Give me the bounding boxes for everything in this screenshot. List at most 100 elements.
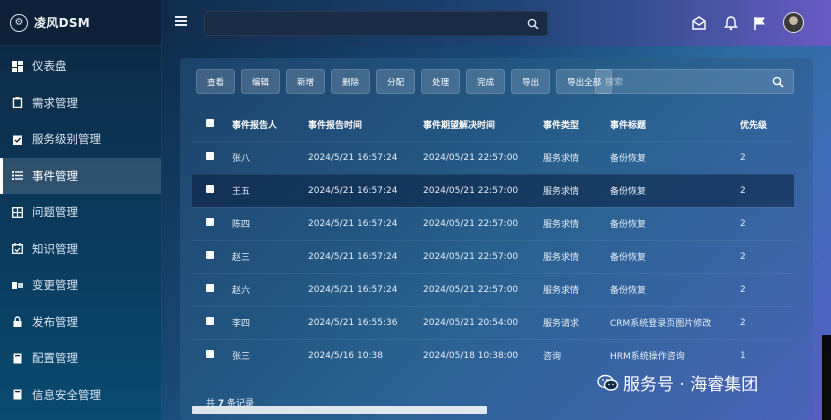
- row-select-cell: [192, 174, 228, 207]
- mail-open-icon[interactable]: [691, 15, 707, 31]
- toolbar-button-5[interactable]: 分配: [376, 69, 416, 94]
- window-edge: [822, 335, 831, 420]
- sidebar-item-10[interactable]: 信息安全管理: [0, 377, 161, 414]
- table-cell: 2024/5/16 10:38: [308, 350, 383, 361]
- incident-panel: 查看编辑新增删除分配处理完成导出导出全部 事件报告人事件报告时间事件期望解决时间…: [180, 58, 813, 420]
- table-cell: 张八: [232, 154, 251, 164]
- table-cell: 2024/05/18 10:38:00: [423, 350, 519, 361]
- table-cell: 备份恢复: [610, 154, 647, 164]
- search-icon[interactable]: [527, 18, 539, 30]
- sidebar-item-9[interactable]: 配置管理: [0, 340, 161, 377]
- table-row[interactable]: 张八 2024/5/21 16:57:24 2024/05/21 22:57:00 服…: [192, 141, 794, 174]
- table-cell: 2024/5/21 16:55:36: [308, 317, 398, 328]
- table-cell: 2: [740, 152, 746, 163]
- table-cell: 2024/5/21 16:57:24: [308, 152, 398, 163]
- menu-toggle-icon[interactable]: [175, 16, 187, 26]
- user-avatar[interactable]: [783, 12, 804, 33]
- bell-icon[interactable]: [723, 15, 739, 31]
- row-select-cell: [192, 339, 228, 372]
- row-checkbox[interactable]: [206, 317, 214, 325]
- table-row[interactable]: 李四 2024/5/21 16:55:36 2024/05/21 20:54:00 服…: [192, 306, 794, 339]
- sidebar-item-7[interactable]: 变更管理: [0, 267, 161, 304]
- table-cell: 赵三: [232, 253, 251, 263]
- table-cell: 2024/05/21 20:54:00: [423, 317, 519, 328]
- sidebar-item-8[interactable]: 发布管理: [0, 304, 161, 341]
- column-header[interactable]: 事件报告时间: [304, 108, 419, 141]
- sidebar-item-label: 信息安全管理: [32, 387, 101, 402]
- sidebar-item-5[interactable]: 问题管理: [0, 194, 161, 231]
- row-checkbox[interactable]: [206, 350, 214, 359]
- row-checkbox[interactable]: [206, 251, 214, 259]
- search-icon[interactable]: [772, 76, 784, 88]
- table-row[interactable]: 张三 2024/5/16 10:38 2024/05/18 10:38:00 咨询 HR…: [192, 339, 794, 372]
- exchange-icon: [11, 279, 23, 291]
- toolbar-button-6[interactable]: 处理: [421, 69, 461, 94]
- global-search[interactable]: [204, 11, 548, 36]
- watermark-text: 服务号 · 海睿集团: [623, 375, 759, 395]
- table-row[interactable]: 赵六 2024/5/21 16:57:24 2024/05/21 22:57:00 服…: [192, 273, 794, 306]
- column-header[interactable]: 优先级: [736, 108, 794, 141]
- toolbar-button-3[interactable]: 新增: [286, 69, 326, 94]
- sidebar-item-4[interactable]: 事件管理: [0, 157, 161, 194]
- table-cell: 赵六: [232, 286, 251, 296]
- column-header[interactable]: 事件期望解决时间: [419, 108, 539, 141]
- table-cell: 服务求情: [543, 220, 580, 230]
- incident-table: 事件报告人 事件报告时间 事件期望解决时间 事件类型 事件标题 优先级 张八 2024/5/…: [192, 108, 794, 372]
- table-row[interactable]: 赵三 2024/5/21 16:57:24 2024/05/21 22:57:00 服…: [192, 240, 794, 273]
- table-cell: 备份恢复: [610, 286, 647, 296]
- row-checkbox[interactable]: [206, 284, 214, 292]
- sidebar-item-label: 配置管理: [32, 351, 78, 366]
- sidebar-item-label: 服务级别管理: [32, 132, 101, 147]
- table-cell: 服务求情: [543, 286, 580, 296]
- row-checkbox[interactable]: [206, 185, 214, 193]
- table-row[interactable]: 陈四 2024/5/21 16:57:24 2024/05/21 22:57:00 服…: [192, 207, 794, 240]
- global-search-input[interactable]: [205, 12, 547, 35]
- toolbar-button-7[interactable]: 完成: [466, 69, 506, 94]
- table-cell: 陈四: [232, 220, 251, 230]
- table-cell: 备份恢复: [610, 253, 647, 263]
- column-header[interactable]: 事件类型: [539, 108, 606, 141]
- table-cell: 咨询: [543, 352, 562, 363]
- table-cell: 2024/05/21 22:57:00: [423, 185, 519, 196]
- table-cell: 2: [740, 317, 746, 328]
- toolbar-button-8[interactable]: 导出: [511, 69, 551, 94]
- sidebar-item-label: 需求管理: [32, 95, 78, 110]
- table-cell: 2: [740, 185, 746, 196]
- main-content: 查看编辑新增删除分配处理完成导出导出全部 事件报告人事件报告时间事件期望解决时间…: [162, 46, 831, 420]
- table-search-input[interactable]: [596, 71, 793, 95]
- sidebar-item-label: 知识管理: [32, 241, 78, 256]
- row-checkbox[interactable]: [206, 152, 214, 160]
- toolbar-button-1[interactable]: 查看: [196, 69, 236, 94]
- table-cell: CRM系统登录页图片修改: [610, 319, 712, 329]
- sidebar-item-2[interactable]: 需求管理: [0, 85, 161, 122]
- clipboard-check-icon: [11, 133, 23, 145]
- top-header: [162, 0, 831, 46]
- table-cell: 2024/5/21 16:57:24: [308, 185, 398, 196]
- table-cell: 2: [740, 251, 746, 262]
- table-cell: 备份恢复: [610, 220, 647, 230]
- toolbar-button-2[interactable]: 编辑: [241, 69, 281, 94]
- sidebar: ⚙ 凌风DSM 仪表盘需求管理服务级别管理 事件管理问题管理知识管理变更管理 发布管…: [0, 0, 162, 420]
- table-cell: 服务求情: [543, 154, 580, 164]
- flag-icon[interactable]: [752, 15, 768, 31]
- horizontal-scrollbar[interactable]: [192, 406, 487, 414]
- column-header[interactable]: 事件报告人: [228, 108, 304, 141]
- column-header[interactable]: 事件标题: [606, 108, 736, 141]
- sidebar-item-3[interactable]: 服务级别管理: [0, 121, 161, 158]
- table-row[interactable]: 王五 2024/5/21 16:57:24 2024/05/21 22:57:00 服…: [192, 174, 794, 207]
- sidebar-item-1[interactable]: 仪表盘: [0, 48, 161, 85]
- sidebar-item-6[interactable]: 知识管理: [0, 231, 161, 268]
- select-all-checkbox[interactable]: [206, 118, 214, 127]
- row-select-cell: [192, 273, 228, 306]
- table-search[interactable]: [595, 69, 794, 95]
- table-cell: HRM系统操作咨询: [610, 352, 685, 363]
- calendar-check-icon: [11, 243, 23, 255]
- brand[interactable]: ⚙ 凌风DSM: [0, 0, 161, 46]
- toolbar-button-4[interactable]: 删除: [331, 69, 371, 94]
- sidebar-item-label: 事件管理: [32, 168, 78, 183]
- action-toolbar: 查看 编辑 新增 删除 分配 处理 完成 导出 导出全部: [196, 69, 613, 94]
- brand-name: 凌风DSM: [34, 16, 91, 30]
- row-checkbox[interactable]: [206, 218, 214, 226]
- watermark: 服务号 · 海睿集团: [597, 370, 758, 395]
- table-cell: 王五: [232, 187, 251, 197]
